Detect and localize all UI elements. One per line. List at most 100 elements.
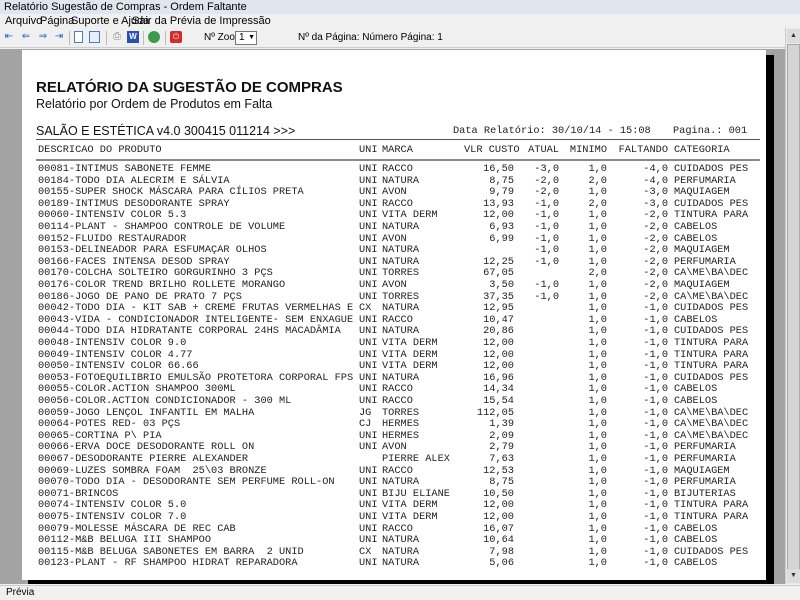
cell-description: 00114-PLANT - SHAMPOO CONTROLE DE VOLUME <box>38 221 286 233</box>
cell-minimum: 1,0 <box>588 557 607 570</box>
cell-unit: UNI <box>359 337 378 349</box>
word-export-icon[interactable]: W <box>127 31 139 43</box>
cell-cost: 2,79 <box>489 441 514 454</box>
cell-missing: -1,0 <box>643 337 668 349</box>
cell-missing: -1,0 <box>643 383 668 396</box>
cell-current: -2,0 <box>534 174 559 187</box>
web-export-icon[interactable] <box>148 31 160 43</box>
cell-minimum: 1,0 <box>588 279 607 291</box>
cell-minimum: 1,0 <box>588 487 607 500</box>
cell-minimum: 1,0 <box>588 534 607 547</box>
cell-category: MAQUIAGEM <box>674 464 730 477</box>
cell-cost: 8,75 <box>489 476 514 489</box>
toolbar: ⇤ ⇐ ⇒ ⇥ ⎙ W ⏻ Nº Zoom Nº da Página: Núme… <box>0 28 800 48</box>
cell-brand: RACCO <box>382 383 413 396</box>
cell-unit: UNI <box>359 244 378 257</box>
cell-category: TINTURA PARA <box>674 348 749 361</box>
scroll-thumb[interactable] <box>787 44 800 574</box>
cell-missing: -1,0 <box>643 441 668 454</box>
vertical-scrollbar[interactable]: ▲ ▼ <box>785 28 800 584</box>
scroll-up-icon[interactable]: ▲ <box>787 29 800 43</box>
cell-unit: UNI <box>359 290 378 303</box>
cell-cost: 10,64 <box>483 534 514 547</box>
cell-description: 00075-INTENSIV COLOR 7.0 <box>38 511 187 523</box>
cell-missing: -1,0 <box>643 453 668 465</box>
cell-category: PERFUMARIA <box>674 476 736 489</box>
cell-category: CABELOS <box>674 232 718 245</box>
cell-cost: 14,34 <box>483 383 514 396</box>
print-icon[interactable]: ⎙ <box>111 31 123 43</box>
cell-category: MAQUIAGEM <box>674 186 730 199</box>
cell-category: CABELOS <box>674 383 718 396</box>
cell-cost: 12,00 <box>483 209 514 222</box>
cell-description: 00060-INTENSIV COLOR 5.3 <box>38 209 187 222</box>
prev-page-icon[interactable]: ⇐ <box>20 31 32 43</box>
cell-brand: RACCO <box>382 395 413 407</box>
cell-cost: 16,07 <box>483 522 514 535</box>
cell-missing: -1,0 <box>643 395 668 407</box>
cell-minimum: 1,0 <box>588 441 607 454</box>
cell-cost: 12,00 <box>483 511 514 523</box>
cell-missing: -2,0 <box>643 255 668 268</box>
cell-description: 00115-M&B BELUGA SABONETES EM BARRA 2 UN… <box>38 545 304 558</box>
menu-sair-previa[interactable]: Sair da Prévia de Impressão <box>132 14 271 28</box>
cell-unit: UNI <box>359 557 378 570</box>
cell-minimum: 1,0 <box>588 163 607 175</box>
report-date: Data Relatório: 30/10/14 - 15:08 <box>453 125 651 137</box>
cell-category: CABELOS <box>674 313 718 326</box>
cell-minimum: 1,0 <box>588 395 607 407</box>
cell-description: 00044-TODO DIA HIDRATANTE CORPORAL 24HS … <box>38 325 341 338</box>
two-page-icon[interactable] <box>89 31 100 43</box>
column-header-unit: UNI <box>359 144 378 156</box>
company-line: SALÃO E ESTÉTICA v4.0 300415 011214 >>> <box>36 124 296 138</box>
cell-category: MAQUIAGEM <box>674 279 730 291</box>
menu-arquivo[interactable]: Arquivo <box>5 14 42 28</box>
cell-missing: -1,0 <box>643 313 668 326</box>
cell-category: TINTURA PARA <box>674 209 749 222</box>
cell-category: CUIDADOS PES <box>674 197 749 210</box>
cell-cost: 10,50 <box>483 487 514 500</box>
cell-missing: -1,0 <box>643 406 668 419</box>
cell-cost: 9,79 <box>489 186 514 199</box>
column-header-missing: FALTANDO <box>618 144 668 156</box>
cell-missing: -1,0 <box>643 418 668 431</box>
cell-description: 00166-FACES INTENSA DESOD SPRAY <box>38 255 230 268</box>
zoom-select[interactable]: 1 ▼ <box>235 31 257 45</box>
cell-unit: CJ <box>359 418 372 431</box>
cell-description: 00065-CORTINA P\ PIA <box>38 429 162 442</box>
cell-description: 00067-DESODORANTE PIERRE ALEXANDER <box>38 453 249 465</box>
cell-cost: 2,09 <box>489 429 514 442</box>
cell-current: -1,0 <box>534 221 559 233</box>
last-page-icon[interactable]: ⇥ <box>53 31 65 43</box>
cell-missing: -2,0 <box>643 221 668 233</box>
cell-minimum: 1,0 <box>588 221 607 233</box>
first-page-icon[interactable]: ⇤ <box>3 31 15 43</box>
next-page-icon[interactable]: ⇒ <box>37 31 49 43</box>
cell-missing: -2,0 <box>643 244 668 257</box>
cell-unit: UNI <box>359 255 378 268</box>
cell-minimum: 1,0 <box>588 511 607 523</box>
cell-missing: -3,0 <box>643 197 668 210</box>
single-page-icon[interactable] <box>74 31 83 43</box>
cell-brand: RACCO <box>382 197 413 210</box>
cell-description: 00050-INTENSIV COLOR 66.66 <box>38 360 199 373</box>
cell-minimum: 1,0 <box>588 360 607 373</box>
menu-pagina[interactable]: Página <box>40 14 74 28</box>
cell-category: PERFUMARIA <box>674 174 736 187</box>
cell-brand: RACCO <box>382 464 413 477</box>
cell-missing: -1,0 <box>643 522 668 535</box>
cell-brand: NATURA <box>382 476 420 489</box>
cell-unit: UNI <box>359 395 378 407</box>
window-title: Relatório Sugestão de Compras - Ordem Fa… <box>0 0 800 14</box>
close-icon[interactable]: ⏻ <box>170 31 182 43</box>
cell-description: 00155-SUPER SHOCK MÁSCARA PARA CÍLIOS PR… <box>38 186 304 199</box>
cell-unit: UNI <box>359 348 378 361</box>
cell-current: -1,0 <box>534 290 559 303</box>
cell-category: CABELOS <box>674 557 718 570</box>
cell-brand: NATURA <box>382 545 420 558</box>
cell-category: PERFUMARIA <box>674 441 736 454</box>
cell-description: 00170-COLCHA SOLTEIRO GORGURINHO 3 PÇS <box>38 267 273 280</box>
scroll-down-icon[interactable]: ▼ <box>787 569 800 583</box>
cell-description: 00066-ERVA DOCE DESODORANTE ROLL ON <box>38 441 255 454</box>
cell-brand: VITA DERM <box>382 360 438 373</box>
